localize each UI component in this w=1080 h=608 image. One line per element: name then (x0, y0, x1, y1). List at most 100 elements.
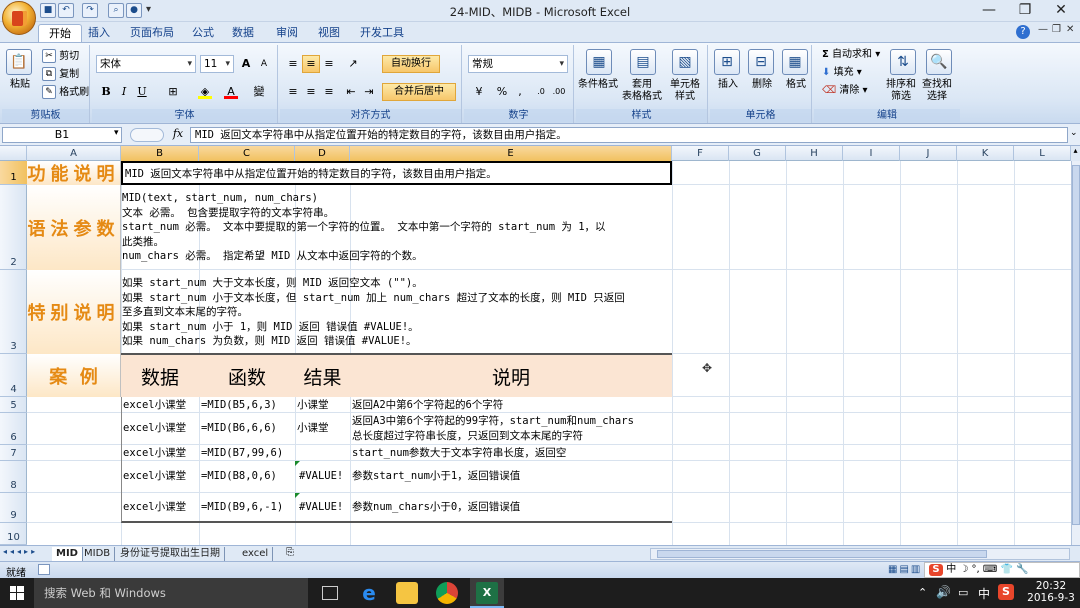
cell-e7[interactable]: start_num参数大于文本字符串长度，返回空 (352, 446, 566, 461)
cell-a1[interactable]: 功能说明 (27, 161, 121, 185)
fill-color-icon[interactable]: ◈ (194, 83, 216, 101)
column-header-j[interactable]: J (900, 146, 957, 161)
tray-arrow-icon[interactable]: ⌃ (918, 586, 927, 599)
split-box-icon[interactable]: ▴ (1071, 146, 1080, 161)
shrink-font-button[interactable]: A (256, 55, 272, 73)
taskbar-lang[interactable]: 中 (978, 585, 990, 602)
name-box[interactable]: B1 (2, 127, 122, 143)
cell-b2[interactable]: MID(text, start_num, num_chars) 文本 必需。 包… (122, 191, 672, 264)
cell-e4-header[interactable]: 说明 (350, 353, 672, 397)
worksheet-grid[interactable]: 功能说明 MID 返回文本字符串中从指定位置开始的特定数目的字符，该数目由用户指… (27, 161, 1080, 545)
column-header-h[interactable]: H (786, 146, 843, 161)
restore-icon[interactable]: ❐ (1008, 1, 1042, 21)
column-header-b[interactable]: B (121, 146, 199, 161)
close-icon[interactable]: ✕ (1044, 1, 1078, 21)
increase-indent-icon[interactable]: ⇥ (360, 83, 378, 101)
cell-a4[interactable]: 案 例 (27, 354, 121, 397)
cut-button[interactable]: ✂ 剪切 (42, 49, 79, 63)
tab-view[interactable]: 视图 (308, 24, 350, 42)
increase-decimal-icon[interactable]: .0 (532, 83, 550, 101)
phonetic-icon[interactable]: 變 (248, 83, 270, 101)
copy-button[interactable]: ⧉ 复制 (42, 67, 79, 81)
font-name-select[interactable]: 宋体 (96, 55, 196, 73)
find-select-icon[interactable]: 🔍 (926, 49, 952, 75)
hscroll-thumb[interactable] (657, 550, 987, 558)
macro-record-icon[interactable] (38, 564, 50, 575)
cell-e6[interactable]: 返回A3中第6个字符起的99字符，start_num和num_chars 总长度… (352, 414, 634, 443)
sheet-nav-icons[interactable]: ◂◂◂▸▸ (3, 547, 38, 556)
cell-b5[interactable]: excel小课堂 (123, 398, 186, 413)
view-buttons-icon[interactable]: ▦▤▥ (888, 564, 922, 575)
align-center-icon[interactable]: ≡ (302, 83, 320, 101)
cell-a3[interactable]: 特别说明 (27, 270, 121, 354)
column-header-k[interactable]: K (957, 146, 1014, 161)
error-indicator-icon[interactable] (295, 461, 300, 466)
column-header-e[interactable]: E (350, 146, 672, 161)
new-sheet-icon[interactable]: ⎘ (286, 547, 294, 558)
column-header-a[interactable]: A (27, 146, 121, 161)
vertical-scrollbar[interactable] (1071, 161, 1080, 545)
tab-data[interactable]: 数据 (222, 24, 264, 42)
sheet-tab-midb[interactable]: MIDB (80, 547, 116, 561)
tab-home[interactable]: 开始 (38, 24, 82, 42)
cell-b4-header[interactable]: 数据 (121, 353, 199, 397)
tab-insert[interactable]: 插入 (78, 24, 120, 42)
comma-button[interactable]: , (512, 83, 528, 101)
align-top-icon[interactable]: ≡ (284, 55, 302, 73)
sort-filter-icon[interactable]: ⇅ (890, 49, 916, 75)
tab-formulas[interactable]: 公式 (182, 24, 224, 42)
sheet-tab-mid[interactable]: MID (52, 547, 83, 561)
insert-cells-button[interactable]: 插入 (718, 79, 738, 91)
action-center-icon[interactable]: ▭ (958, 586, 968, 599)
sort-filter-button[interactable]: 排序和 筛选 (886, 79, 916, 103)
taskbar-search[interactable]: 搜索 Web 和 Windows (34, 578, 308, 608)
bold-button[interactable]: B (98, 83, 114, 101)
row-header-9[interactable]: 9 (0, 493, 27, 523)
cell-b8[interactable]: excel小课堂 (123, 469, 186, 484)
edge-icon[interactable]: e (358, 582, 380, 604)
cell-b3[interactable]: 如果 start_num 大于文本长度，则 MID 返回空文本 ("")。 如果… (122, 276, 672, 349)
paste-button[interactable]: 粘贴 (10, 79, 30, 91)
ribbon-minimize-icon[interactable]: — (1038, 24, 1048, 35)
file-explorer-icon[interactable] (396, 582, 418, 604)
row-header-5[interactable]: 5 (0, 397, 27, 413)
cell-styles-icon[interactable]: ▧ (672, 49, 698, 75)
error-indicator-icon[interactable] (295, 493, 300, 498)
tab-developer[interactable]: 开发工具 (350, 24, 414, 42)
paste-icon[interactable]: 📋 (6, 49, 32, 75)
sheet-tab-excel[interactable]: excel (238, 547, 274, 561)
align-right-icon[interactable]: ≡ (320, 83, 338, 101)
excel-taskbar-button[interactable]: X (470, 578, 504, 608)
delete-cells-icon[interactable]: ⊟ (748, 49, 774, 75)
align-left-icon[interactable]: ≡ (284, 83, 302, 101)
font-color-icon[interactable]: A (220, 83, 242, 101)
fill-button[interactable]: ⬇ 填充 ▾ (822, 67, 862, 79)
tab-page-layout[interactable]: 页面布局 (120, 24, 184, 42)
row-header-2[interactable]: 2 (0, 185, 27, 270)
percent-button[interactable]: % (494, 83, 510, 101)
cell-c8[interactable]: =MID(B8,0,6) (201, 469, 277, 484)
cell-d8[interactable]: #VALUE! (299, 469, 343, 484)
sheet-tab-id-birthdate[interactable]: 身份证号提取出生日期 (116, 547, 225, 561)
cell-b9[interactable]: excel小课堂 (123, 500, 186, 515)
office-button[interactable] (2, 1, 36, 35)
row-header-7[interactable]: 7 (0, 445, 27, 461)
borders-icon[interactable]: ⊞ (162, 83, 184, 101)
decrease-decimal-icon[interactable]: .00 (550, 83, 568, 101)
cell-c7[interactable]: =MID(B7,99,6) (201, 446, 283, 461)
task-view-icon[interactable] (322, 586, 338, 600)
clear-button[interactable]: ⌫ 清除 ▾ (822, 85, 868, 97)
cell-b6[interactable]: excel小课堂 (123, 421, 186, 436)
windows-start-icon[interactable] (10, 586, 24, 600)
ribbon-restore-icon[interactable]: ❐ (1052, 24, 1061, 35)
row-header-1[interactable]: 1 (0, 161, 27, 185)
cell-a2[interactable]: 语法参数 (27, 185, 121, 270)
cell-e8[interactable]: 参数start_num小于1，返回错误值 (352, 469, 520, 484)
column-header-f[interactable]: F (672, 146, 729, 161)
ribbon-close-icon[interactable]: ✕ (1066, 24, 1074, 35)
format-cells-icon[interactable]: ▦ (782, 49, 808, 75)
row-header-3[interactable]: 3 (0, 270, 27, 354)
minimize-icon[interactable]: — (972, 1, 1006, 21)
row-header-10[interactable]: 10 (0, 523, 27, 545)
tab-review[interactable]: 审阅 (266, 24, 308, 42)
